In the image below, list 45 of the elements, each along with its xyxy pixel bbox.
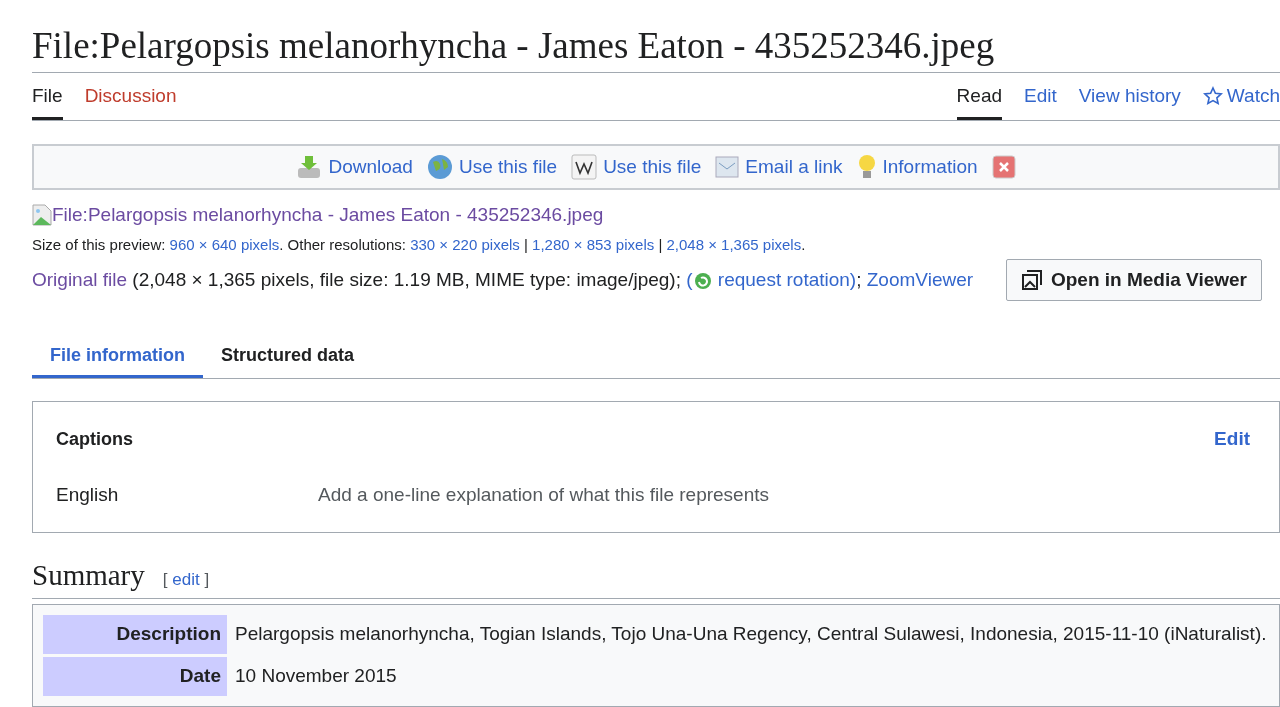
- caption-placeholder[interactable]: Add a one-line explanation of what this file represents: [318, 484, 1256, 506]
- link[interactable]: (: [686, 269, 693, 290]
- row-value: Pelargopsis melanorhyncha, Togian Islands, Tojo Una-Una Regency, Central Sulawesi, Indonesia, 2015-11-10 (iNaturalist).: [234, 622, 1268, 646]
- globe-icon: [426, 154, 453, 180]
- image-link[interactable]: File:Pelargopsis melanorhyncha - James Eaton - 435252346.jpeg: [32, 204, 1280, 226]
- row-label: Description: [43, 615, 227, 654]
- close-icon[interactable]: [991, 155, 1016, 179]
- toolbar-link[interactable]: Download: [296, 154, 413, 180]
- content-tab[interactable]: Structured data: [203, 337, 373, 378]
- edit-link[interactable]: Edit: [1214, 428, 1250, 450]
- captions-heading: Captions: [56, 428, 133, 450]
- media-viewer-button[interactable]: Open in Media Viewer: [1005, 259, 1262, 301]
- content-tab[interactable]: File information: [32, 337, 203, 378]
- download-icon: [296, 154, 323, 180]
- summary-heading: Summary: [32, 559, 145, 592]
- row-value: 10 November 2015: [234, 664, 398, 688]
- star-icon: [1202, 86, 1223, 106]
- broken-image-icon: [32, 204, 52, 226]
- envelope-icon: [715, 156, 740, 178]
- row-label: Date: [43, 657, 227, 696]
- link[interactable]: Original file: [32, 269, 128, 290]
- language-label: English: [56, 484, 120, 506]
- link[interactable]: 1,280 × 853 pixels: [532, 236, 655, 253]
- toolbar-link[interactable]: Information: [856, 153, 978, 181]
- edit-section-link: [ edit ]: [162, 570, 210, 590]
- view-tab[interactable]: Watch: [1202, 81, 1280, 120]
- link[interactable]: 330 × 220 pixels: [410, 236, 520, 253]
- view-tab[interactable]: Read: [956, 81, 1002, 120]
- page-title: File:Pelargopsis melanorhyncha - James Eaton - 435252346.jpeg: [32, 22, 1280, 73]
- wikipedia-icon: [571, 154, 598, 180]
- toolbar-link[interactable]: Use this file: [571, 154, 702, 180]
- view-tab[interactable]: View history: [1078, 81, 1181, 120]
- gallery-icon: [1020, 269, 1043, 291]
- resolutions-text: Size of this preview: 960 × 640 pixels. Other resolutions: 330 × 220 pixels | 1,280 × 853 pixels | 2,048 × 1,365 pixels.: [32, 236, 807, 253]
- rotate-icon: [692, 271, 713, 291]
- edit-link[interactable]: edit: [172, 570, 200, 589]
- toolbar-link[interactable]: Use this file: [426, 154, 558, 180]
- lightbulb-icon: [856, 153, 877, 181]
- view-tab[interactable]: Edit: [1024, 81, 1057, 120]
- link[interactable]: ZoomViewer: [866, 269, 974, 290]
- link[interactable]: request rotation): [712, 269, 857, 290]
- original-file-text: Original file (2,048 × 1,365 pixels, file size: 1.19 MB, MIME type: image/jpeg); ( request rotation); ZoomViewer: [32, 269, 974, 291]
- namespace-tab[interactable]: Discussion: [84, 81, 177, 120]
- toolbar-link[interactable]: Email a link: [715, 156, 843, 178]
- namespace-tab[interactable]: File: [32, 81, 63, 120]
